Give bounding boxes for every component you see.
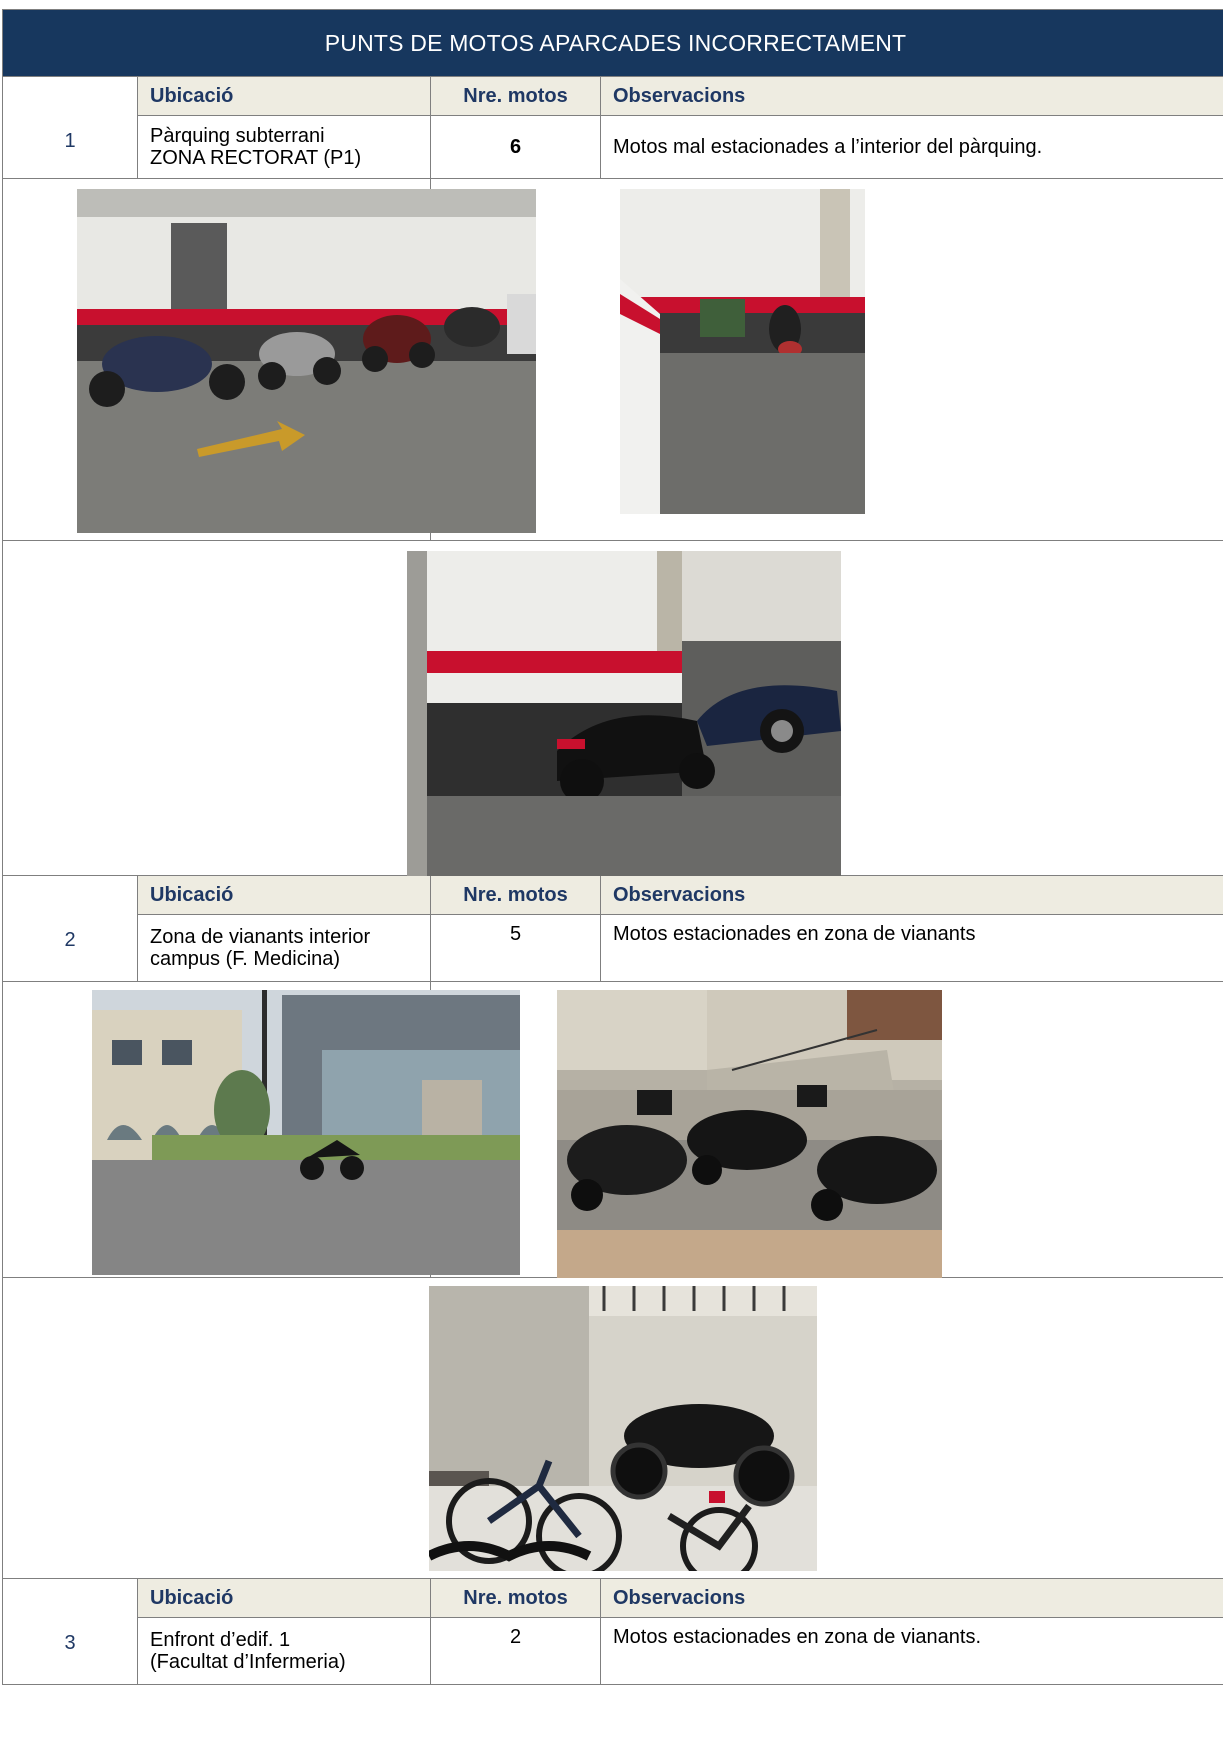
photo-cell xyxy=(1,540,1223,876)
observations-header: Observacions xyxy=(599,1578,1223,1618)
count-cell: 6 xyxy=(430,115,601,179)
observations-header: Observacions xyxy=(599,875,1223,915)
location-header: Ubicació xyxy=(137,1578,431,1618)
observations-cell: Motos estacionades en zona de vianants xyxy=(599,914,1223,982)
location-header: Ubicació xyxy=(137,76,431,116)
count-cell: 2 xyxy=(430,1617,601,1685)
location-line: campus (F. Medicina) xyxy=(150,948,341,970)
location-line: ZONA RECTORAT (P1) xyxy=(150,147,362,169)
location-cell: Enfront d’edif. 1 (Facultat d’Infermeria… xyxy=(137,1617,431,1685)
photo-cell xyxy=(429,178,1223,541)
count-header: Nre. motos xyxy=(430,76,601,116)
location-line: Zona de vianants interior xyxy=(150,926,371,948)
location-line: (Facultat d’Infermeria) xyxy=(150,1651,346,1673)
scooter-beside-car-photo xyxy=(407,551,841,876)
observations-cell: Motos mal estacionades a l’interior del … xyxy=(599,115,1223,179)
document-page: PUNTS DE MOTOS APARCADES INCORRECTAMENT … xyxy=(0,0,1223,1758)
motorbike-and-bicycles-photo xyxy=(429,1286,817,1571)
scooters-by-stairs-photo xyxy=(557,990,942,1278)
count-cell: 5 xyxy=(430,914,601,982)
location-cell: Pàrquing subterrani ZONA RECTORAT (P1) xyxy=(137,115,431,179)
location-header: Ubicació xyxy=(137,875,431,915)
count-header: Nre. motos xyxy=(430,1578,601,1618)
report-title: PUNTS DE MOTOS APARCADES INCORRECTAMENT xyxy=(1,9,1223,77)
entry-number: 1 xyxy=(2,76,138,179)
photo-cell xyxy=(429,981,1223,1278)
photo-cell xyxy=(2,178,536,541)
observations-cell: Motos estacionades en zona de vianants. xyxy=(599,1617,1223,1685)
photo-cell xyxy=(2,981,520,1278)
location-line: Pàrquing subterrani xyxy=(150,125,325,147)
parking-corridor-photo xyxy=(620,189,865,514)
entry-number: 2 xyxy=(2,875,138,982)
observations-header: Observacions xyxy=(599,76,1223,116)
report-table: PUNTS DE MOTOS APARCADES INCORRECTAMENT … xyxy=(1,9,1223,1685)
count-header: Nre. motos xyxy=(430,875,601,915)
photo-cell xyxy=(1,1277,1223,1579)
entry-number: 3 xyxy=(2,1578,138,1685)
location-line: Enfront d’edif. 1 xyxy=(150,1629,291,1651)
location-cell: Zona de vianants interior campus (F. Med… xyxy=(137,914,431,982)
